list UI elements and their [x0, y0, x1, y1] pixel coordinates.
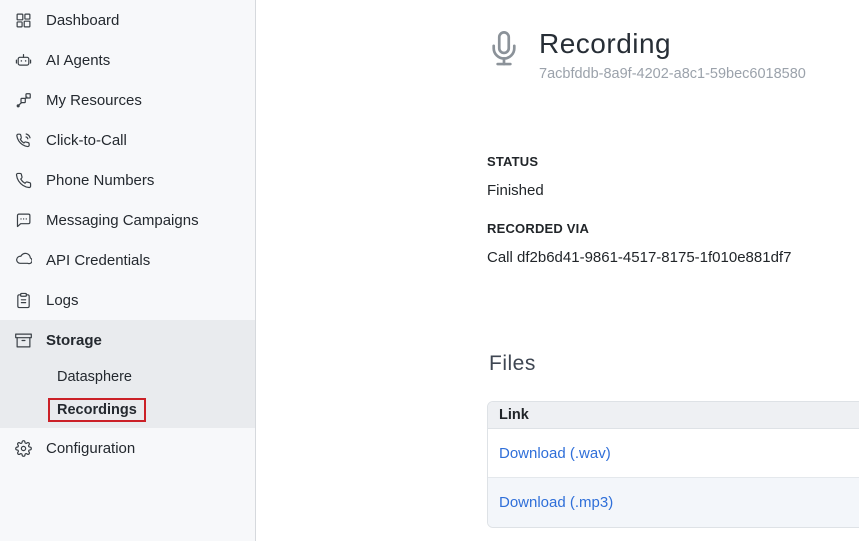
sidebar-item-my-resources[interactable]: My Resources [0, 80, 255, 120]
sidebar-item-api-credentials[interactable]: API Credentials [0, 240, 255, 280]
page-header: Recording 7acbfddb-8a9f-4202-a8c1-59bec6… [485, 20, 806, 83]
sidebar-item-label: Messaging Campaigns [46, 212, 199, 229]
microphone-icon [485, 20, 523, 83]
sidebar-item-logs[interactable]: Logs [0, 280, 255, 320]
page-title: Recording [539, 28, 806, 60]
sidebar-item-ai-agents[interactable]: AI Agents [0, 40, 255, 80]
sidebar-item-label: Configuration [46, 440, 135, 457]
phone-icon [14, 171, 32, 189]
sidebar: Dashboard AI Agents My Resources Click-t… [0, 0, 256, 541]
recording-id: 7acbfddb-8a9f-4202-a8c1-59bec6018580 [539, 66, 806, 82]
archive-box-icon [14, 331, 32, 349]
recorded-via-value: Call df2b6d41-9861-4517-8175-1f010e881df… [487, 249, 859, 266]
cloud-icon [14, 251, 32, 269]
sidebar-subitem-recordings[interactable]: Recordings [0, 394, 255, 426]
sidebar-item-label: Dashboard [46, 12, 119, 29]
files-table: Link Download (.wav) Download (.mp3) [487, 401, 859, 528]
files-heading: Files [489, 352, 536, 376]
sidebar-item-label: My Resources [46, 92, 142, 109]
dashboard-icon [14, 11, 32, 29]
files-table-header: Link [488, 402, 859, 429]
download-wav-link[interactable]: Download (.wav) [499, 445, 611, 462]
network-nodes-icon [14, 91, 32, 109]
column-header-link: Link [499, 407, 529, 423]
title-block: Recording 7acbfddb-8a9f-4202-a8c1-59bec6… [539, 20, 806, 83]
gear-icon [14, 439, 32, 457]
recorded-via-label: RECORDED VIA [487, 221, 859, 236]
sidebar-item-configuration[interactable]: Configuration [0, 428, 255, 468]
sidebar-item-storage[interactable]: Storage [0, 320, 255, 360]
sidebar-item-messaging-campaigns[interactable]: Messaging Campaigns [0, 200, 255, 240]
sidebar-item-label: API Credentials [46, 252, 150, 269]
phone-call-icon [14, 131, 32, 149]
sidebar-item-dashboard[interactable]: Dashboard [0, 0, 255, 40]
sidebar-item-label: AI Agents [46, 52, 110, 69]
sidebar-item-label: Phone Numbers [46, 172, 154, 189]
chat-bubble-icon [14, 211, 32, 229]
sidebar-subitem-datasphere[interactable]: Datasphere [0, 360, 255, 394]
sidebar-item-label: Logs [46, 292, 79, 309]
sidebar-item-label: Click-to-Call [46, 132, 127, 149]
status-value: Finished [487, 182, 859, 199]
download-mp3-link[interactable]: Download (.mp3) [499, 494, 613, 511]
table-row: Download (.wav) [488, 429, 859, 478]
table-row: Download (.mp3) [488, 478, 859, 527]
robot-icon [14, 51, 32, 69]
app-window: Dashboard AI Agents My Resources Click-t… [0, 0, 859, 541]
sidebar-item-label: Storage [46, 332, 102, 349]
sidebar-item-click-to-call[interactable]: Click-to-Call [0, 120, 255, 160]
sidebar-item-phone-numbers[interactable]: Phone Numbers [0, 160, 255, 200]
storage-section: Storage Datasphere Recordings [0, 320, 255, 428]
clipboard-icon [14, 291, 32, 309]
recordings-annotation-box[interactable]: Recordings [48, 398, 146, 422]
status-label: STATUS [487, 154, 859, 169]
sidebar-subitem-label: Datasphere [57, 369, 132, 385]
recording-details: STATUS Finished RECORDED VIA Call df2b6d… [487, 154, 859, 266]
